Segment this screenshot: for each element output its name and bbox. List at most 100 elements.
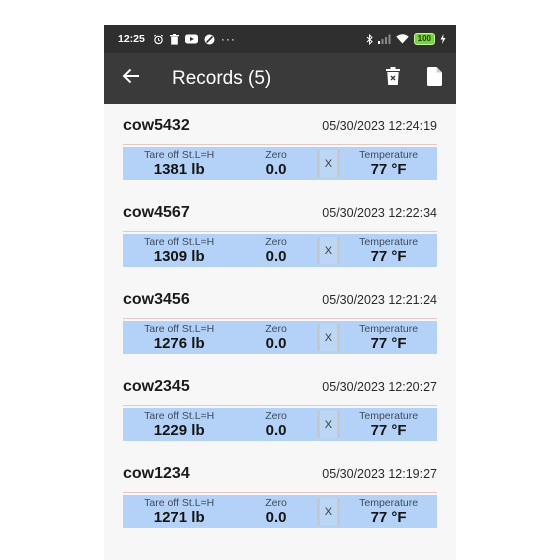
arrow-left-icon (122, 68, 140, 89)
record-item[interactable]: cow3456 05/30/2023 12:21:24 Tare off St.… (123, 278, 437, 365)
zero-label: Zero (265, 323, 287, 335)
x-marker: X (316, 498, 341, 525)
signal-icon (377, 34, 391, 44)
zero-value: 0.0 (265, 422, 287, 439)
temperature-label: Temperature (359, 236, 419, 248)
temperature-cell: Temperature 77 °F (340, 234, 437, 267)
trash-icon (386, 67, 400, 90)
temperature-label: Temperature (359, 410, 419, 422)
app-bar: Records (5) (104, 53, 456, 104)
temperature-cell: Temperature 77 °F (340, 495, 437, 528)
x-marker: X (316, 324, 341, 351)
record-name: cow3456 (123, 291, 190, 308)
record-name: cow4567 (123, 204, 190, 221)
tare-label: Tare off St.L=H (144, 323, 215, 335)
weight-value: 1276 lb (153, 335, 205, 352)
zero-label: Zero (265, 236, 287, 248)
battery-indicator: 100 (413, 33, 435, 45)
alarm-icon (153, 34, 164, 45)
no-entry-icon (204, 34, 215, 45)
tare-label: Tare off St.L=H (144, 497, 215, 509)
divider (123, 492, 437, 493)
record-header: cow5432 05/30/2023 12:24:19 (123, 117, 437, 135)
record-item[interactable]: cow5432 05/30/2023 12:24:19 Tare off St.… (123, 104, 437, 191)
divider (123, 144, 437, 145)
zero-cell: Zero 0.0 (235, 234, 316, 267)
weight-value: 1229 lb (153, 422, 205, 439)
measurement-strip: Tare off St.L=H 1229 lb Zero 0.0 X Tempe… (123, 408, 437, 441)
tare-label: Tare off St.L=H (144, 236, 215, 248)
file-icon (427, 66, 442, 91)
divider (123, 405, 437, 406)
record-item[interactable]: cow4567 05/30/2023 12:22:34 Tare off St.… (123, 191, 437, 278)
temperature-value: 77 °F (370, 161, 407, 178)
record-timestamp: 05/30/2023 12:24:19 (322, 119, 437, 133)
record-header: cow3456 05/30/2023 12:21:24 (123, 291, 437, 309)
record-timestamp: 05/30/2023 12:19:27 (322, 467, 437, 481)
record-name: cow1234 (123, 465, 190, 482)
zero-value: 0.0 (265, 335, 287, 352)
weight-cell: Tare off St.L=H 1309 lb (123, 234, 235, 267)
x-marker: X (316, 150, 341, 177)
zero-label: Zero (265, 497, 287, 509)
temperature-label: Temperature (359, 323, 419, 335)
zero-label: Zero (265, 410, 287, 422)
youtube-icon (184, 34, 198, 44)
record-item[interactable]: cow2345 05/30/2023 12:20:27 Tare off St.… (123, 365, 437, 452)
charging-icon (440, 34, 446, 44)
measurement-strip: Tare off St.L=H 1276 lb Zero 0.0 X Tempe… (123, 321, 437, 354)
divider (123, 318, 437, 319)
x-marker: X (316, 237, 341, 264)
wifi-icon (395, 34, 409, 44)
phone-screen: 12:25 ··· 100 Records (5) cow5432 05/30/… (104, 25, 456, 560)
record-timestamp: 05/30/2023 12:22:34 (322, 206, 437, 220)
weight-value: 1381 lb (153, 161, 205, 178)
measurement-strip: Tare off St.L=H 1309 lb Zero 0.0 X Tempe… (123, 234, 437, 267)
delete-button[interactable] (386, 67, 400, 90)
weight-cell: Tare off St.L=H 1271 lb (123, 495, 235, 528)
export-button[interactable] (427, 66, 442, 91)
page-title: Records (5) (172, 67, 272, 89)
back-button[interactable] (120, 68, 142, 90)
zero-cell: Zero 0.0 (235, 408, 316, 441)
zero-cell: Zero 0.0 (235, 321, 316, 354)
tare-label: Tare off St.L=H (144, 149, 215, 161)
weight-value: 1309 lb (153, 248, 205, 265)
measurement-strip: Tare off St.L=H 1381 lb Zero 0.0 X Tempe… (123, 147, 437, 180)
record-timestamp: 05/30/2023 12:20:27 (322, 380, 437, 394)
weight-cell: Tare off St.L=H 1229 lb (123, 408, 235, 441)
temperature-value: 77 °F (370, 509, 407, 526)
record-header: cow4567 05/30/2023 12:22:34 (123, 204, 437, 222)
x-marker: X (316, 411, 341, 438)
temperature-cell: Temperature 77 °F (340, 321, 437, 354)
trash-status-icon (169, 33, 179, 45)
zero-label: Zero (265, 149, 287, 161)
temperature-label: Temperature (359, 497, 419, 509)
tare-label: Tare off St.L=H (144, 410, 215, 422)
zero-value: 0.0 (265, 161, 287, 178)
status-bar: 12:25 ··· 100 (104, 25, 456, 53)
record-name: cow2345 (123, 378, 190, 395)
record-header: cow1234 05/30/2023 12:19:27 (123, 465, 437, 483)
zero-value: 0.0 (265, 509, 287, 526)
zero-value: 0.0 (265, 248, 287, 265)
record-header: cow2345 05/30/2023 12:20:27 (123, 378, 437, 396)
zero-cell: Zero 0.0 (235, 147, 316, 180)
measurement-strip: Tare off St.L=H 1271 lb Zero 0.0 X Tempe… (123, 495, 437, 528)
weight-cell: Tare off St.L=H 1381 lb (123, 147, 235, 180)
temperature-cell: Temperature 77 °F (340, 147, 437, 180)
temperature-value: 77 °F (370, 422, 407, 439)
weight-value: 1271 lb (153, 509, 205, 526)
weight-cell: Tare off St.L=H 1276 lb (123, 321, 235, 354)
temperature-cell: Temperature 77 °F (340, 408, 437, 441)
more-notifications-icon: ··· (220, 32, 236, 46)
record-item[interactable]: cow1234 05/30/2023 12:19:27 Tare off St.… (123, 452, 437, 539)
temperature-value: 77 °F (370, 248, 407, 265)
divider (123, 231, 437, 232)
temperature-label: Temperature (359, 149, 419, 161)
temperature-value: 77 °F (370, 335, 407, 352)
zero-cell: Zero 0.0 (235, 495, 316, 528)
record-timestamp: 05/30/2023 12:21:24 (322, 293, 437, 307)
bluetooth-icon (366, 33, 373, 45)
status-time: 12:25 (118, 33, 145, 45)
